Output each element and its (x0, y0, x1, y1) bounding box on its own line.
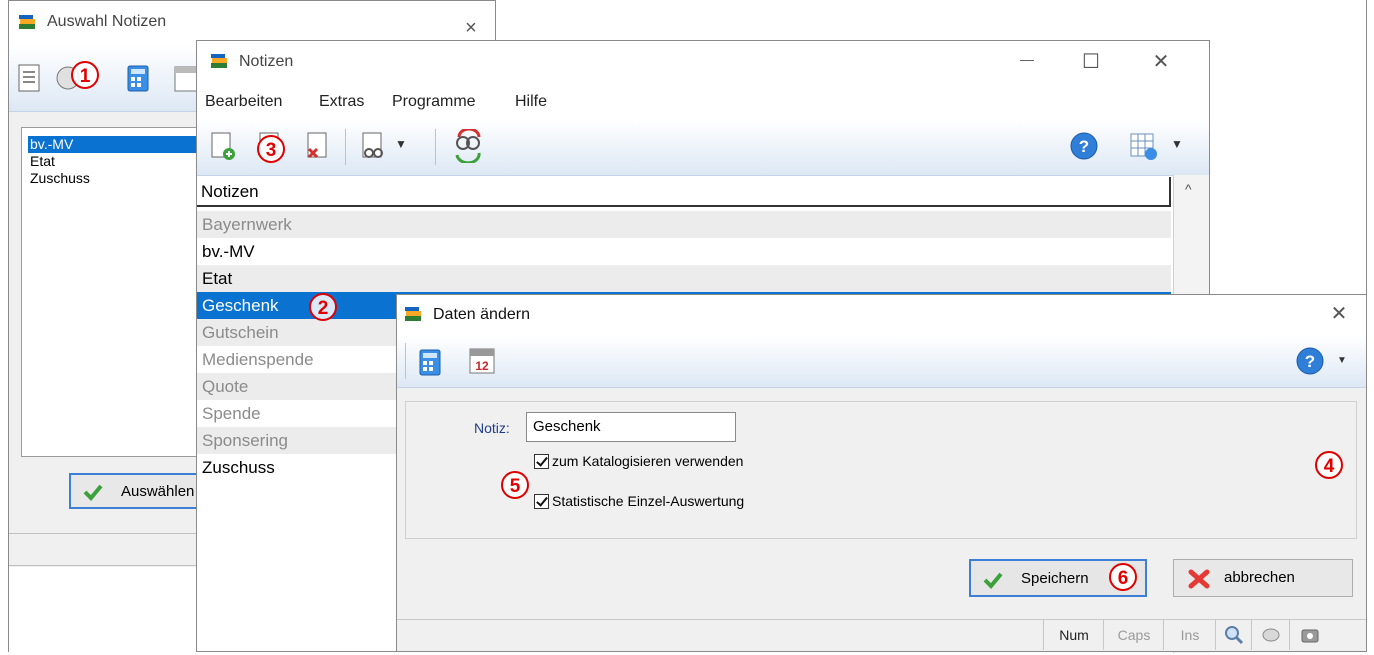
dropdown-arrow-icon[interactable]: ▼ (395, 137, 407, 151)
auswahl-close-button[interactable]: × (459, 17, 483, 40)
list-item[interactable]: Zuschuss (30, 170, 90, 187)
minimize-button[interactable]: — (1015, 51, 1039, 67)
abbrechen-label: abbrechen (1224, 569, 1295, 586)
calendar-icon[interactable]: 12 (465, 343, 499, 377)
auswaehlen-label: Auswählen (121, 483, 195, 500)
menu-bearbeiten[interactable]: Bearbeiten (205, 93, 282, 111)
daten-toolbar: 12 ? ▼ (397, 335, 1366, 388)
status-caps: Caps (1103, 620, 1164, 650)
zoom-icon[interactable] (1215, 620, 1252, 650)
table-row[interactable]: bv.-MV (197, 238, 1171, 265)
daten-titlebar[interactable]: Daten ändern ✕ (397, 295, 1366, 335)
einzelauswertung-checkbox[interactable] (534, 494, 549, 509)
notizen-title: Notizen (239, 53, 294, 70)
dropdown-arrow-icon[interactable]: ▼ (1171, 137, 1183, 151)
daten-title: Daten ändern (433, 306, 530, 323)
list-item[interactable]: Etat (30, 153, 55, 170)
notizen-column-header[interactable]: Notizen (197, 177, 1171, 207)
speichern-label: Speichern (1021, 570, 1089, 587)
help-icon[interactable]: ? (1293, 344, 1327, 378)
scroll-up-arrow-icon[interactable]: ^ (1185, 181, 1192, 197)
sync-binoculars-icon[interactable] (451, 129, 485, 163)
katalogisieren-label[interactable]: zum Katalogisieren verwenden (552, 453, 743, 469)
auswahl-title: Auswahl Notizen (47, 13, 167, 30)
notiz-label: Notiz: (474, 420, 510, 436)
daten-aendern-window: Daten ändern ✕ 12 ? ▼ Notiz: Geschenk zu… (396, 294, 1367, 652)
marker-4: 4 (1315, 451, 1343, 479)
calculator-icon[interactable] (121, 61, 155, 95)
list-item[interactable]: bv.-MV (28, 136, 208, 153)
marker-2: 2 (309, 293, 337, 321)
svg-text:?: ? (1079, 137, 1089, 156)
marker-1: 1 (71, 61, 99, 89)
search-glasses-icon[interactable] (355, 129, 389, 163)
menu-extras[interactable]: Extras (319, 93, 364, 111)
disk-icon[interactable] (1251, 620, 1290, 650)
menu-hilfe[interactable]: Hilfe (515, 93, 547, 111)
form-panel: Notiz: Geschenk zum Katalogisieren verwe… (405, 401, 1357, 539)
daten-statusbar: Num Caps Ins (397, 619, 1366, 651)
marker-5: 5 (501, 471, 529, 499)
notiz-input[interactable]: Geschenk (526, 412, 736, 442)
abbrechen-button[interactable]: abbrechen (1173, 559, 1353, 597)
notizen-toolbar: ▼ ? ▼ (197, 119, 1209, 176)
auswahl-titlebar[interactable]: Auswahl Notizen × (9, 1, 495, 45)
daten-close-button[interactable]: ✕ (1327, 301, 1351, 326)
einzelauswertung-label[interactable]: Statistische Einzel-Auswertung (552, 493, 744, 509)
menu-programme[interactable]: Programme (392, 93, 476, 111)
grid-layout-icon[interactable] (1127, 129, 1161, 163)
checkmark-icon (983, 572, 1003, 589)
delete-note-icon[interactable] (301, 129, 335, 163)
column-header-label: Notizen (201, 182, 259, 201)
svg-text:?: ? (1305, 352, 1315, 371)
katalogisieren-checkbox[interactable] (534, 454, 549, 469)
app-books-icon (211, 54, 227, 68)
table-row[interactable]: Etat (197, 265, 1171, 292)
status-num: Num (1043, 620, 1104, 650)
toolbar-separator (345, 129, 346, 165)
camera-icon[interactable] (1289, 620, 1330, 650)
toolbar-separator (435, 129, 436, 165)
open-document-icon[interactable] (13, 61, 47, 95)
app-books-icon (405, 307, 421, 321)
new-note-icon[interactable] (205, 129, 239, 163)
status-ins: Ins (1163, 620, 1216, 650)
cancel-x-icon (1188, 569, 1210, 589)
menu-bar: Bearbeiten Extras Programme Hilfe (197, 85, 1209, 119)
checkmark-icon (83, 484, 103, 501)
notizen-titlebar[interactable]: Notizen — ☐ ✕ (197, 41, 1209, 85)
marker-6: 6 (1109, 563, 1137, 591)
marker-3: 3 (257, 135, 285, 163)
dropdown-arrow-icon[interactable]: ▼ (1337, 355, 1347, 366)
notizen-close-button[interactable]: ✕ (1149, 49, 1173, 74)
app-books-icon (19, 15, 35, 29)
table-row[interactable]: Bayernwerk (197, 211, 1171, 238)
svg-text:12: 12 (475, 359, 489, 373)
toolbar-separator (405, 343, 406, 379)
auswahl-list[interactable]: bv.-MV Etat Zuschuss (21, 127, 211, 457)
calculator-icon[interactable] (413, 345, 447, 379)
help-icon[interactable]: ? (1067, 129, 1101, 163)
maximize-button[interactable]: ☐ (1079, 49, 1103, 74)
